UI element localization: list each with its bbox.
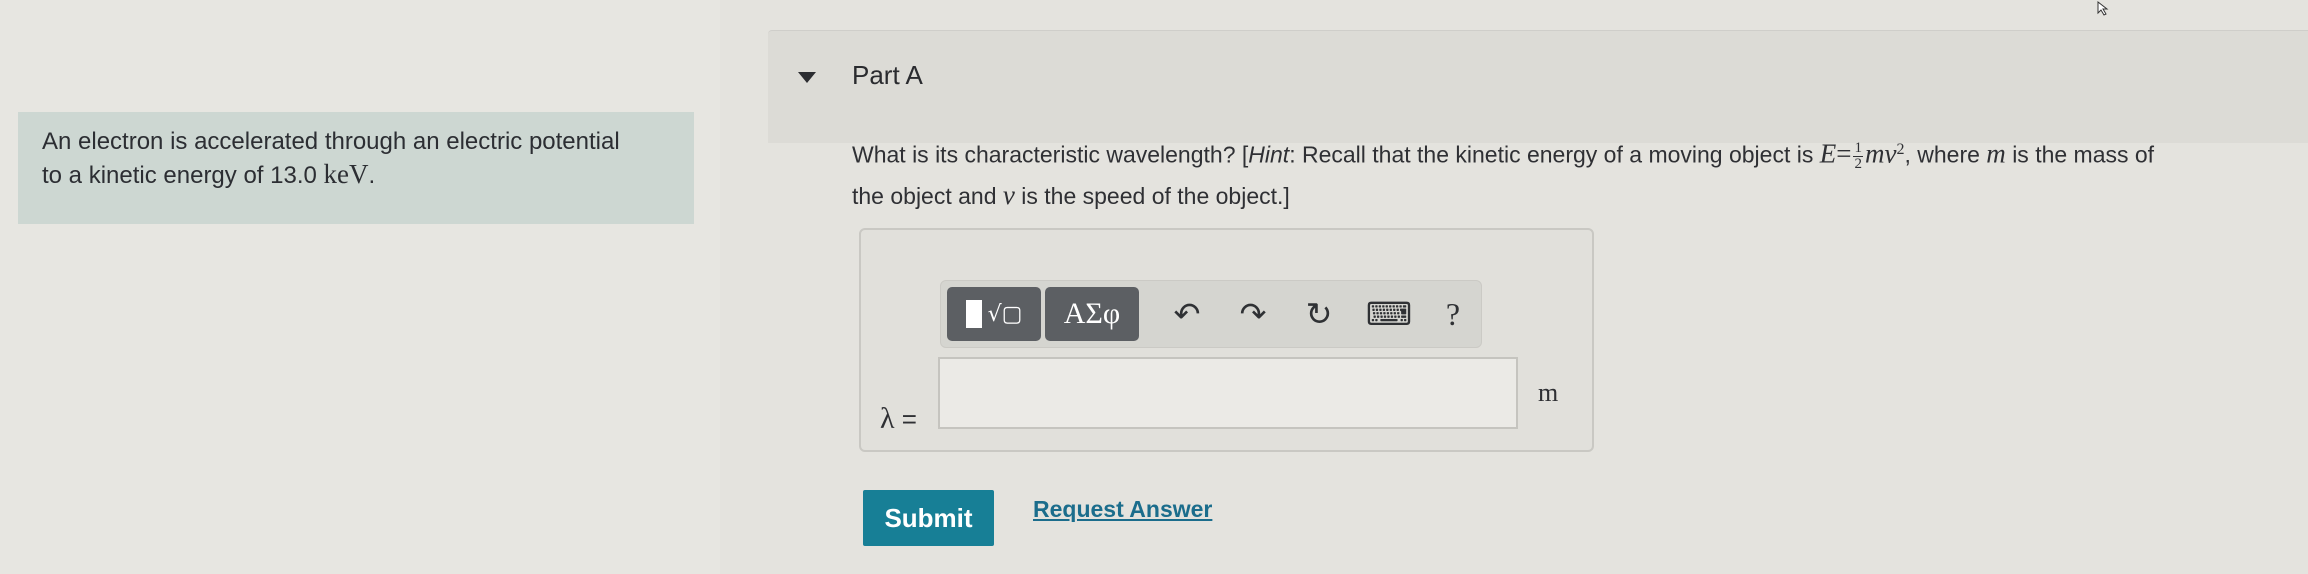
- mass-text: is the mass of: [2012, 141, 2155, 168]
- problem-text-line1: An electron is accelerated through an el…: [42, 128, 620, 155]
- reset-icon[interactable]: ↻: [1297, 287, 1341, 341]
- speed-text: is the speed of the object.]: [1021, 182, 1290, 209]
- help-icon[interactable]: ?: [1431, 287, 1475, 341]
- request-answer-link[interactable]: Request Answer: [1033, 496, 1212, 523]
- math-fraction: 12: [1853, 141, 1863, 172]
- part-title[interactable]: Part A: [852, 60, 923, 91]
- hint-text: : Recall that the kinetic energy of a mo…: [1289, 141, 1814, 168]
- math-toolbar: √ ▢ ΑΣφ ↶ ↷ ↻ ⌨ ?: [940, 280, 1482, 348]
- lambda-symbol: λ: [880, 402, 895, 435]
- redo-icon[interactable]: ↷: [1231, 287, 1275, 341]
- unit-label: m: [1538, 378, 1559, 407]
- problem-unit: keV: [323, 159, 369, 189]
- answer-variable-label: λ =: [880, 402, 917, 436]
- math-equals: =: [1836, 138, 1852, 169]
- math-m: m: [1986, 138, 2006, 169]
- symbols-button[interactable]: ΑΣφ: [1045, 287, 1139, 341]
- radical-icon: √: [987, 301, 1002, 327]
- where-text: , where: [1904, 141, 1980, 168]
- fraction-denominator: 2: [1854, 156, 1862, 173]
- problem-statement: An electron is accelerated through an el…: [18, 112, 694, 224]
- fraction-numerator: 1: [1853, 140, 1863, 158]
- question-prefix: What is its characteristic wavelength? [: [852, 141, 1249, 168]
- math-e: E: [1819, 138, 1837, 169]
- submit-button[interactable]: Submit: [863, 490, 994, 546]
- part-header[interactable]: [768, 30, 2308, 143]
- mouse-cursor-icon: [2097, 0, 2109, 16]
- equals-sign: =: [901, 404, 917, 434]
- templates-button[interactable]: √ ▢: [947, 287, 1041, 341]
- math-v: v: [1002, 179, 1015, 210]
- collapse-caret-icon[interactable]: [798, 72, 816, 83]
- math-mv: mv: [1864, 138, 1897, 169]
- problem-text-line2: to a kinetic energy of 13.0: [42, 162, 317, 189]
- left-panel: [0, 0, 720, 574]
- undo-icon[interactable]: ↶: [1165, 287, 1209, 341]
- problem-end: .: [368, 162, 376, 189]
- template-block-icon: [965, 300, 982, 328]
- answer-input[interactable]: [938, 357, 1518, 429]
- question-text: What is its characteristic wavelength? […: [852, 130, 2302, 216]
- line2-prefix: the object and: [852, 182, 997, 209]
- hint-label: Hint: [1248, 141, 1290, 168]
- box-icon: ▢: [1001, 301, 1023, 327]
- keyboard-icon[interactable]: ⌨: [1366, 287, 1412, 341]
